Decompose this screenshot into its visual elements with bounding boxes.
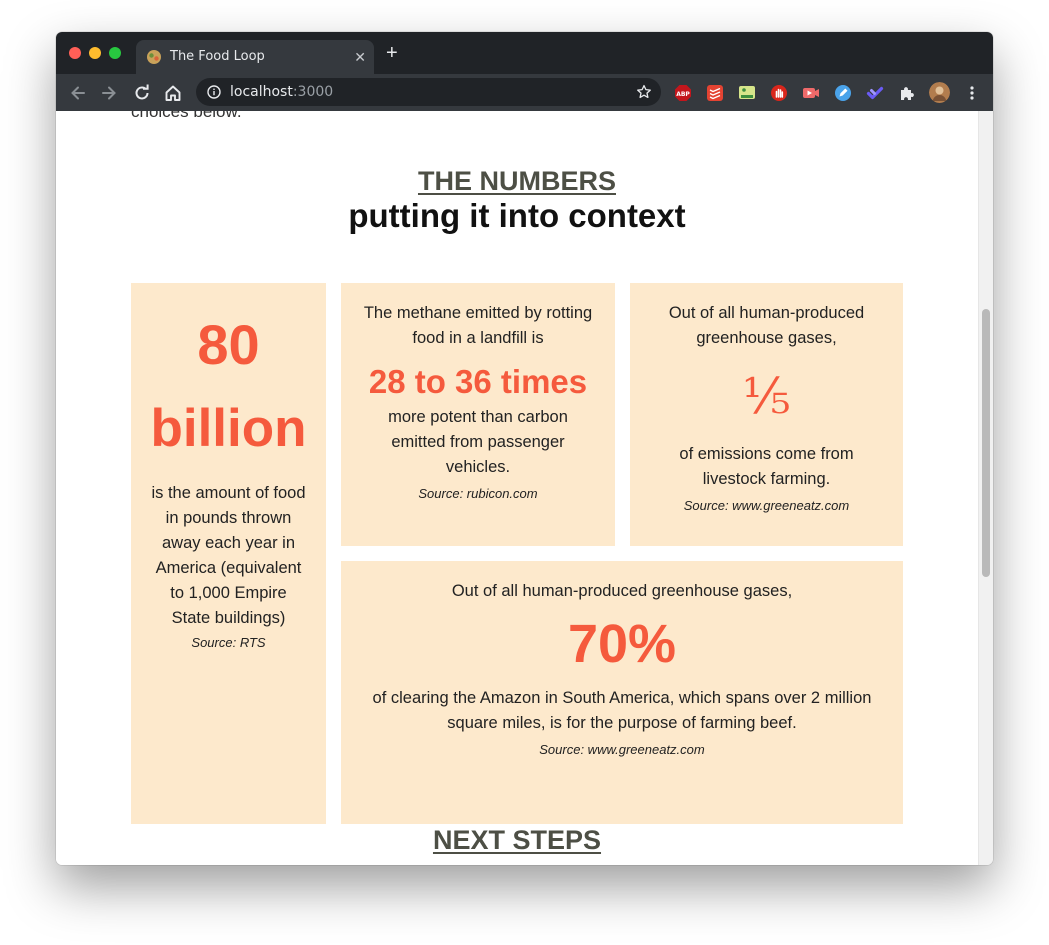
food-loop-favicon-icon (147, 50, 161, 64)
address-bar[interactable]: localhost:3000 (196, 78, 661, 106)
new-tab-button[interactable]: + (386, 43, 398, 63)
stat-source: Source: www.greeneatz.com (539, 742, 705, 757)
home-icon[interactable] (163, 83, 183, 103)
todoist-icon[interactable] (706, 84, 724, 102)
screenshot-icon[interactable] (738, 84, 756, 102)
url-text: localhost:3000 (230, 84, 333, 100)
stat-description: is the amount of food in pounds thrown a… (151, 484, 306, 627)
stat-description-before: Out of all human-produced greenhouse gas… (668, 304, 865, 347)
adblock-icon[interactable]: ABP (674, 84, 692, 102)
close-window-button[interactable] (69, 47, 81, 59)
reload-icon[interactable] (132, 83, 152, 103)
pen-icon[interactable] (834, 84, 852, 102)
intro-text-fragment: choices below. (131, 111, 242, 121)
svg-text:ABP: ABP (676, 91, 690, 98)
site-info-icon[interactable] (207, 85, 221, 99)
stat-source: Source: www.greeneatz.com (683, 498, 850, 513)
tab-close-icon[interactable]: ✕ (354, 49, 366, 65)
stat-value-billion: billion (150, 399, 307, 458)
stat-description-after: of clearing the Amazon in South America,… (372, 689, 872, 732)
check-icon[interactable] (866, 84, 884, 102)
stat-card-livestock: Out of all human-produced greenhouse gas… (630, 283, 903, 546)
stat-value-80: 80 (197, 313, 260, 376)
browser-toolbar: localhost:3000 ABP (56, 74, 993, 111)
puzzle-icon[interactable] (898, 84, 916, 102)
minimize-window-button[interactable] (89, 47, 101, 59)
stat-description-after: of emissions come from livestock farming… (679, 445, 854, 488)
bookmark-star-icon[interactable] (636, 84, 652, 100)
stat-description-after: more potent than carbon emitted from pas… (388, 408, 568, 476)
stat-card-amazon: Out of all human-produced greenhouse gas… (341, 561, 903, 824)
stat-card-food-waste: 80 billion is the amount of food in poun… (131, 283, 326, 824)
menu-icon[interactable] (963, 84, 981, 102)
stat-source: Source: RTS (191, 635, 266, 650)
numbers-eyebrow: THE NUMBERS (417, 166, 616, 196)
back-arrow-icon[interactable] (68, 83, 88, 103)
next-steps-eyebrow: NEXT STEPS (432, 825, 602, 855)
stat-description-before: The methane emitted by rotting food in a… (363, 304, 593, 347)
stop-icon[interactable] (770, 84, 788, 102)
url-port: :3000 (292, 84, 334, 100)
tab-strip: The Food Loop ✕ + (56, 32, 993, 74)
stat-value-fifth: ⅕ (742, 367, 791, 425)
forward-arrow-icon[interactable] (99, 83, 119, 103)
tab-the-food-loop[interactable]: The Food Loop ✕ (136, 40, 374, 74)
video-icon[interactable] (802, 84, 820, 102)
scrollbar-thumb[interactable] (982, 309, 990, 577)
numbers-heading: putting it into context (348, 197, 686, 234)
stat-value-times: 28 to 36 times (368, 363, 588, 400)
tab-title: The Food Loop (170, 49, 265, 64)
url-host: localhost (230, 84, 293, 100)
stat-card-methane: The methane emitted by rotting food in a… (341, 283, 615, 546)
stat-value-percent: 70% (567, 614, 677, 674)
browser-window: The Food Loop ✕ + localhost:3000 ABP cho… (56, 32, 993, 865)
page-viewport: choices below. THE NUMBERS putting it in… (56, 111, 978, 865)
maximize-window-button[interactable] (109, 47, 121, 59)
stat-description-before: Out of all human-produced greenhouse gas… (451, 582, 793, 600)
stat-source: Source: rubicon.com (418, 486, 538, 501)
profile-avatar[interactable] (929, 82, 950, 103)
